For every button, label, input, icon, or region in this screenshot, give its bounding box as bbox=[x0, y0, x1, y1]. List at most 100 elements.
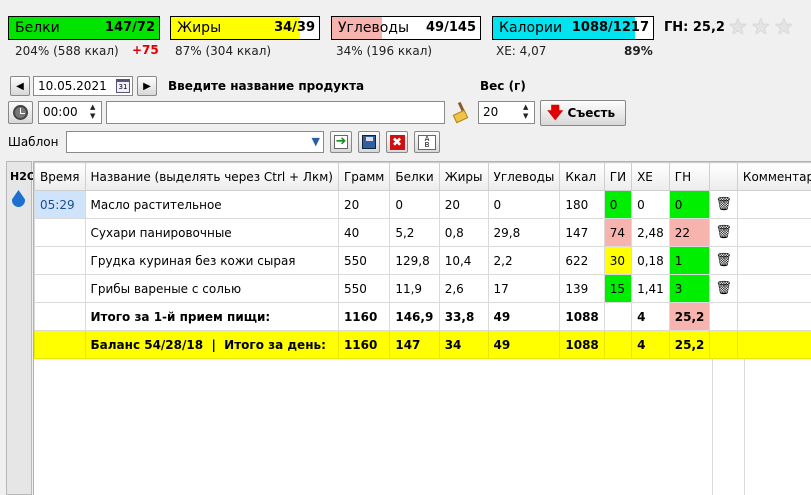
cell-protein: 129,8 bbox=[389, 246, 440, 275]
table-row[interactable]: Грудка куриная без кожи сырая 550 129,8 … bbox=[34, 246, 811, 275]
weight-input[interactable]: 20 ▲ ▼ bbox=[478, 101, 535, 124]
eat-button[interactable]: 🡇 Съесть bbox=[540, 100, 626, 126]
column-header-time[interactable]: Время bbox=[34, 162, 86, 191]
cell-kcal: 139 bbox=[559, 274, 605, 303]
rating-star-icon[interactable]: ★ bbox=[774, 17, 796, 39]
column-header-carbs[interactable]: Углеводы bbox=[487, 162, 561, 191]
clock-icon bbox=[13, 105, 28, 120]
cell-time[interactable] bbox=[34, 218, 86, 247]
cell-comment[interactable] bbox=[736, 246, 811, 275]
trash-icon[interactable]: 🗑 bbox=[709, 274, 738, 303]
cell-protein: 11,9 bbox=[389, 274, 440, 303]
cell-gi: 0 bbox=[603, 190, 633, 219]
cell-gram[interactable]: 550 bbox=[337, 274, 391, 303]
eat-button-label: Съесть bbox=[567, 106, 616, 120]
date-field[interactable]: 10.05.2021 31 bbox=[33, 76, 133, 96]
cell-protein: 5,2 bbox=[389, 218, 440, 247]
rating-star-icon[interactable]: ★ bbox=[751, 17, 773, 39]
cell-comment[interactable] bbox=[736, 190, 811, 219]
next-day-button[interactable]: ▶ bbox=[137, 76, 157, 96]
meal-total-row: Итого за 1-й прием пищи: 1160 146,9 33,8… bbox=[34, 302, 811, 331]
calendar-icon[interactable]: 31 bbox=[116, 79, 130, 93]
template-save-button[interactable] bbox=[358, 131, 380, 153]
trash-icon[interactable]: 🗑 bbox=[709, 246, 738, 275]
column-header-xe[interactable]: ХЕ bbox=[631, 162, 670, 191]
protein-excess: +75 bbox=[132, 43, 159, 57]
clock-button[interactable] bbox=[8, 101, 33, 124]
template-label: Шаблон bbox=[8, 135, 59, 149]
day-total-label: Баланс 54/28/18 | Итого за день: bbox=[84, 330, 339, 359]
cell-gram[interactable]: 40 bbox=[337, 218, 391, 247]
day-total-gi bbox=[603, 330, 633, 359]
fat-bar: Жиры 34/39 bbox=[170, 16, 320, 40]
cell-comment bbox=[736, 302, 811, 331]
cell-gram[interactable]: 550 bbox=[337, 246, 391, 275]
cell-xe: 0,18 bbox=[631, 246, 670, 275]
time-input[interactable]: 00:00 ▲ ▼ bbox=[38, 101, 102, 124]
cell-xe: 1,41 bbox=[631, 274, 670, 303]
time-spinner[interactable]: ▲ ▼ bbox=[90, 103, 100, 122]
fat-percent: 87% (304 ккал) bbox=[175, 44, 272, 58]
cell-time[interactable] bbox=[34, 274, 86, 303]
cell-name[interactable]: Грибы вареные с солью bbox=[84, 274, 339, 303]
gn-total: ГН: 25,2 bbox=[664, 20, 725, 35]
triangle-left-icon: ◀ bbox=[16, 80, 24, 92]
trash-icon[interactable]: 🗑 bbox=[709, 190, 738, 219]
carbs-bar: Углеводы 49/145 bbox=[331, 16, 481, 40]
protein-label: Белки bbox=[15, 20, 60, 36]
column-header-gram[interactable]: Грамм bbox=[337, 162, 391, 191]
cell-carbs: 17 bbox=[487, 274, 561, 303]
cell-fat: 10,4 bbox=[438, 246, 489, 275]
cell-comment[interactable] bbox=[736, 218, 811, 247]
template-rename-button[interactable]: AB bbox=[414, 131, 440, 153]
cell-name[interactable]: Сухари панировочные bbox=[84, 218, 339, 247]
prev-day-button[interactable]: ◀ bbox=[10, 76, 30, 96]
cell-gi: 15 bbox=[603, 274, 633, 303]
protein-value: 147/72 bbox=[105, 20, 155, 35]
table-column-divider bbox=[712, 359, 713, 495]
column-header-comments[interactable]: Комментарии bbox=[736, 162, 811, 191]
day-total-row: Баланс 54/28/18 | Итого за день: 1160 14… bbox=[34, 330, 811, 359]
cell-comment[interactable] bbox=[736, 274, 811, 303]
rename-icon: AB bbox=[418, 134, 436, 150]
column-header-name[interactable]: Название (выделять через Ctrl + Лкм) bbox=[84, 162, 339, 191]
product-input[interactable] bbox=[106, 101, 445, 124]
water-drop-icon[interactable] bbox=[12, 190, 25, 207]
food-table: Время Название (выделять через Ctrl + Лк… bbox=[33, 161, 811, 495]
template-load-button[interactable]: ➜ bbox=[330, 131, 352, 153]
cell-name[interactable]: Масло растительное bbox=[84, 190, 339, 219]
table-row[interactable]: Сухари панировочные 40 5,2 0,8 29,8 147 … bbox=[34, 218, 811, 247]
cell-time[interactable] bbox=[34, 246, 86, 275]
column-header-fat[interactable]: Жиры bbox=[438, 162, 489, 191]
meal-total-xe: 4 bbox=[631, 302, 670, 331]
table-row[interactable]: Грибы вареные с солью 550 11,9 2,6 17 13… bbox=[34, 274, 811, 303]
column-header-gi[interactable]: ГИ bbox=[603, 162, 633, 191]
load-arrow-icon: ➜ bbox=[334, 134, 348, 149]
meal-total-protein: 146,9 bbox=[389, 302, 440, 331]
protein-bar: Белки 147/72 bbox=[8, 16, 160, 40]
column-header-kcal[interactable]: Ккал bbox=[559, 162, 605, 191]
meal-total-gi bbox=[603, 302, 633, 331]
meal-total-carbs: 49 bbox=[487, 302, 561, 331]
floppy-disk-icon bbox=[362, 135, 376, 149]
cell-gram[interactable]: 20 bbox=[337, 190, 391, 219]
dropdown-arrow-icon[interactable]: ▼ bbox=[312, 135, 320, 148]
template-select[interactable]: ▼ bbox=[66, 131, 324, 153]
cell-time bbox=[34, 302, 86, 331]
weight-spinner[interactable]: ▲ ▼ bbox=[523, 103, 533, 122]
trash-icon[interactable]: 🗑 bbox=[709, 218, 738, 247]
column-header-delete bbox=[709, 162, 738, 191]
clear-button[interactable] bbox=[449, 100, 473, 124]
day-total-gn: 25,2 bbox=[668, 330, 711, 359]
cell-name[interactable]: Грудка куриная без кожи сырая bbox=[84, 246, 339, 275]
column-header-protein[interactable]: Белки bbox=[389, 162, 440, 191]
column-header-gn[interactable]: ГН bbox=[668, 162, 711, 191]
cell-time[interactable]: 05:29 bbox=[34, 190, 86, 219]
date-value: 10.05.2021 bbox=[38, 79, 107, 93]
cell-gn: 3 bbox=[668, 274, 711, 303]
template-delete-button[interactable]: ✖ bbox=[386, 131, 408, 153]
cell-protein: 0 bbox=[389, 190, 440, 219]
rating-star-icon[interactable]: ★ bbox=[728, 17, 750, 39]
cell-gi: 74 bbox=[603, 218, 633, 247]
table-row[interactable]: 05:29 Масло растительное 20 0 20 0 180 0… bbox=[34, 190, 811, 219]
